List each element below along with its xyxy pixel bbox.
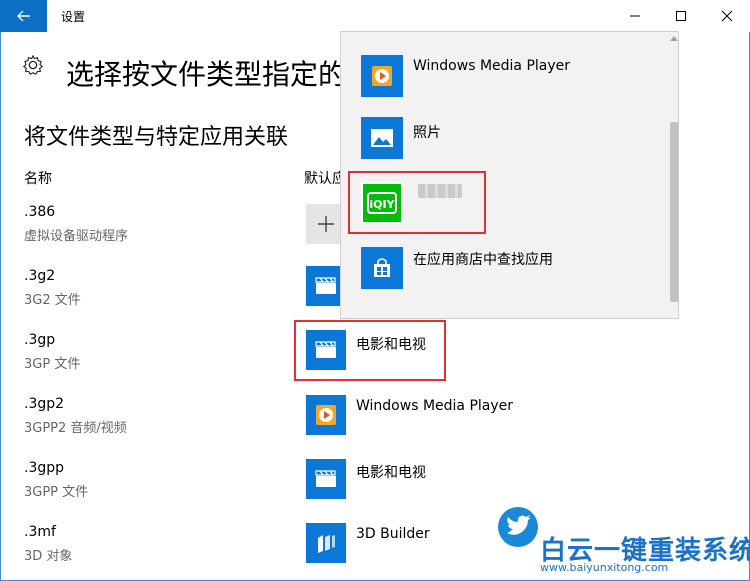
default-app-label[interactable]: Windows Media Player — [356, 398, 513, 414]
file-description: 3D 对象 — [24, 549, 73, 564]
highlight-box — [348, 171, 486, 234]
store-icon — [374, 258, 390, 277]
file-extension: .386 — [24, 204, 56, 220]
media-player-icon — [372, 66, 392, 86]
popup-item-label[interactable]: Windows Media Player — [413, 58, 570, 74]
watermark-url: www.baiyunxitong.com — [540, 561, 669, 574]
file-extension: .3gp — [24, 332, 56, 348]
movies-tv-icon — [315, 470, 336, 487]
minimize-button[interactable] — [612, 0, 658, 32]
file-description: 3GP 文件 — [24, 357, 81, 372]
file-description: 3GPP2 音频/视频 — [24, 421, 127, 436]
popup-item-label[interactable]: 在应用商店中查找应用 — [413, 249, 553, 269]
file-description: 3GPP 文件 — [24, 485, 89, 500]
file-extension: .3gpp — [24, 460, 65, 476]
movies-tv-icon — [315, 277, 336, 294]
maximize-icon — [676, 11, 686, 21]
3d-builder-icon — [318, 535, 335, 553]
close-button[interactable] — [704, 0, 750, 32]
section-title: 将文件类型与特定应用关联 — [24, 125, 289, 150]
file-extension: .3g2 — [24, 268, 56, 284]
column-header-name: 名称 — [24, 171, 52, 187]
back-arrow-icon — [16, 10, 30, 22]
page-header — [22, 54, 44, 76]
page-title: 选择按文件类型指定的 — [66, 58, 347, 91]
title-bar: 设置 — [0, 0, 750, 32]
media-player-icon — [316, 405, 336, 425]
plus-icon — [318, 216, 334, 232]
minimize-icon — [630, 15, 640, 17]
file-description: 3G2 文件 — [24, 293, 81, 308]
scroll-up-icon[interactable] — [670, 35, 678, 41]
default-app-button[interactable] — [306, 459, 346, 499]
popup-item-photos[interactable] — [361, 117, 403, 159]
window-title: 设置 — [61, 10, 86, 24]
default-app-label[interactable]: 3D Builder — [356, 526, 430, 542]
default-app-label[interactable]: 电影和电视 — [356, 462, 426, 482]
close-icon — [721, 10, 733, 22]
maximize-button[interactable] — [658, 0, 704, 32]
default-app-button[interactable] — [306, 395, 346, 435]
file-description: 虚拟设备驱动程序 — [24, 229, 129, 244]
popup-scroll-thumb[interactable] — [670, 122, 678, 302]
default-app-button[interactable] — [306, 523, 346, 563]
photos-icon — [371, 129, 393, 147]
file-extension: .3gp2 — [24, 396, 65, 412]
popup-item-media-player[interactable] — [361, 55, 403, 97]
popup-item-store[interactable] — [361, 247, 403, 289]
back-button[interactable] — [0, 0, 47, 32]
gear-icon — [22, 54, 44, 75]
highlight-box — [294, 320, 446, 381]
twitter-bird-icon — [498, 507, 538, 547]
popup-item-label[interactable]: 照片 — [413, 122, 441, 142]
file-extension: .3mf — [24, 524, 56, 540]
